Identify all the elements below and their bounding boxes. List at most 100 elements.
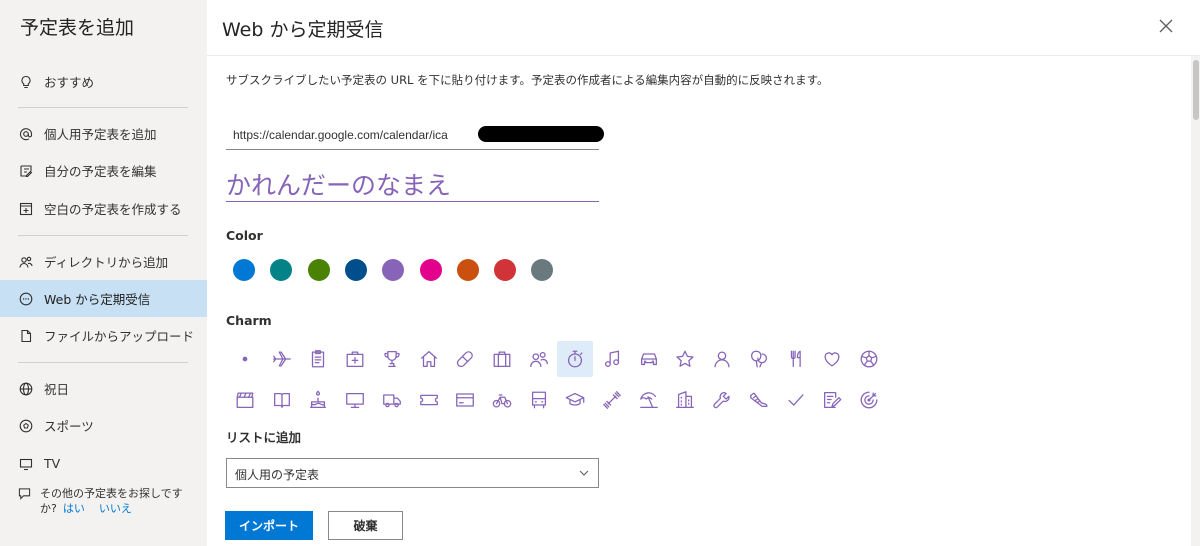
sidebar-item-sports[interactable]: スポーツ (0, 407, 207, 444)
sidebar-item-label: 空白の予定表を作成する (44, 202, 182, 217)
url-input[interactable]: https://calendar.google.com/calendar/ica (226, 120, 604, 150)
pill-icon (457, 351, 473, 368)
subscribe-dialog: Web から定期受信 サブスクライブしたい予定表の URL を下に貼り付けます。… (207, 0, 1200, 546)
sidebar-footer: その他の予定表をお探しです か? はい いいえ (18, 486, 198, 516)
charm-people[interactable] (521, 341, 557, 377)
notepad-icon (824, 392, 842, 408)
color-swatch[interactable] (233, 259, 255, 281)
bus-icon (531, 391, 546, 409)
credit-card-icon (456, 393, 475, 407)
star-icon (676, 350, 695, 367)
sidebar-item-add-personal[interactable]: 個人用予定表を追加 (0, 115, 207, 152)
color-swatch[interactable] (382, 259, 405, 281)
briefcase-icon (493, 351, 511, 367)
sidebar-item-suggested[interactable]: おすすめ (0, 63, 207, 100)
charm-clapperboard[interactable] (227, 382, 263, 418)
graduation-cap-icon (565, 392, 585, 406)
home-icon (420, 351, 437, 367)
charm-truck[interactable] (374, 382, 410, 418)
sidebar-divider (18, 235, 188, 236)
feedback-no-link[interactable]: いいえ (99, 502, 132, 515)
redaction-mark (478, 126, 604, 142)
color-swatch[interactable] (270, 259, 293, 281)
dialog-title: Web から定期受信 (222, 19, 384, 41)
sidebar-item-holidays[interactable]: 祝日 (0, 370, 207, 407)
charm-soccer-ball[interactable] (851, 341, 887, 377)
charm-home[interactable] (411, 341, 447, 377)
charm-cake[interactable] (300, 382, 336, 418)
charm-building[interactable] (667, 382, 703, 418)
book-icon (273, 392, 290, 408)
charm-dot[interactable] (227, 341, 263, 377)
sidebar-item-tv[interactable]: TV (0, 445, 207, 482)
monitor-icon (346, 392, 364, 408)
sidebar-item-label: スポーツ (44, 419, 94, 434)
add-to-list-label: リストに追加 (226, 430, 302, 445)
close-button[interactable] (1156, 16, 1176, 36)
color-swatch[interactable] (531, 259, 554, 281)
color-swatch[interactable] (307, 259, 330, 281)
sidebar-item-label: Web から定期受信 (44, 292, 151, 307)
discard-button[interactable]: 破棄 (328, 511, 403, 540)
scrollbar[interactable] (1191, 56, 1200, 546)
charm-star[interactable] (667, 341, 703, 377)
charm-monitor[interactable] (337, 382, 373, 418)
color-swatch[interactable] (344, 259, 367, 281)
lightbulb-icon (18, 74, 34, 90)
charm-notepad[interactable] (814, 382, 850, 418)
sidebar-item-subscribe-web[interactable]: Web から定期受信 (0, 280, 207, 317)
import-button[interactable]: インポート (225, 511, 313, 540)
charm-medical-bag[interactable] (337, 341, 373, 377)
charm-cutlery[interactable] (778, 341, 814, 377)
charm-heart[interactable] (814, 341, 850, 377)
sidebar-divider (18, 107, 188, 108)
charm-clipboard[interactable] (300, 341, 336, 377)
target-icon (860, 391, 878, 409)
sidebar-item-upload-file[interactable]: ファイルからアップロード (0, 317, 207, 354)
charm-ticket[interactable] (411, 382, 447, 418)
chat-icon (18, 486, 32, 516)
charm-trophy[interactable] (374, 341, 410, 377)
sidebar-item-label: 祝日 (44, 382, 70, 397)
charm-bicycle[interactable] (484, 382, 520, 418)
charm-balloons[interactable] (741, 341, 777, 377)
charm-book[interactable] (264, 382, 300, 418)
charm-wrench[interactable] (704, 382, 740, 418)
charm-stopwatch[interactable] (557, 341, 594, 377)
color-swatch[interactable] (419, 259, 442, 281)
edit-icon (18, 163, 34, 179)
charm-beach-umbrella[interactable] (631, 382, 667, 418)
charm-car[interactable] (631, 341, 667, 377)
sidebar-item-label: 自分の予定表を編集 (44, 164, 157, 179)
charm-dumbbell[interactable] (594, 382, 630, 418)
sidebar-item-create-blank[interactable]: 空白の予定表を作成する (0, 190, 207, 227)
sidebar-item-edit-calendars[interactable]: 自分の予定表を編集 (0, 152, 207, 189)
color-swatch[interactable] (494, 259, 517, 281)
charm-running-shoe[interactable] (741, 382, 777, 418)
charm-credit-card[interactable] (447, 382, 483, 418)
ticket-icon (419, 394, 438, 406)
charm-music-note[interactable] (594, 341, 630, 377)
dialog-description: サブスクライブしたい予定表の URL を下に貼り付けます。予定表の作成者による編… (226, 73, 829, 87)
url-input-value: https://calendar.google.com/calendar/ica (233, 128, 448, 142)
feedback-yes-link[interactable]: はい (63, 502, 85, 515)
scrollbar-thumb[interactable] (1193, 60, 1199, 120)
clipboard-icon (312, 350, 325, 368)
charm-graduation-cap[interactable] (557, 382, 593, 418)
charm-pill[interactable] (447, 341, 483, 377)
calendar-list-dropdown[interactable]: 個人用の予定表 (226, 458, 599, 488)
cutlery-icon (790, 350, 801, 367)
charm-bus[interactable] (521, 382, 557, 418)
feedback-prompt: その他の予定表をお探しです か? はい いいえ (40, 487, 183, 515)
building-icon (676, 391, 695, 408)
charm-briefcase[interactable] (484, 341, 520, 377)
color-swatch[interactable] (456, 259, 479, 281)
calendar-name-input[interactable]: かれんだーのなまえ (226, 162, 599, 202)
sidebar-item-directory[interactable]: ディレクトリから追加 (0, 243, 207, 280)
charm-person[interactable] (704, 341, 740, 377)
charm-airplane[interactable] (264, 341, 300, 377)
sidebar-item-label: ファイルからアップロード (44, 329, 195, 344)
charm-checkmark[interactable] (778, 382, 814, 418)
charm-target[interactable] (851, 382, 887, 418)
medical-bag-icon (346, 351, 364, 367)
